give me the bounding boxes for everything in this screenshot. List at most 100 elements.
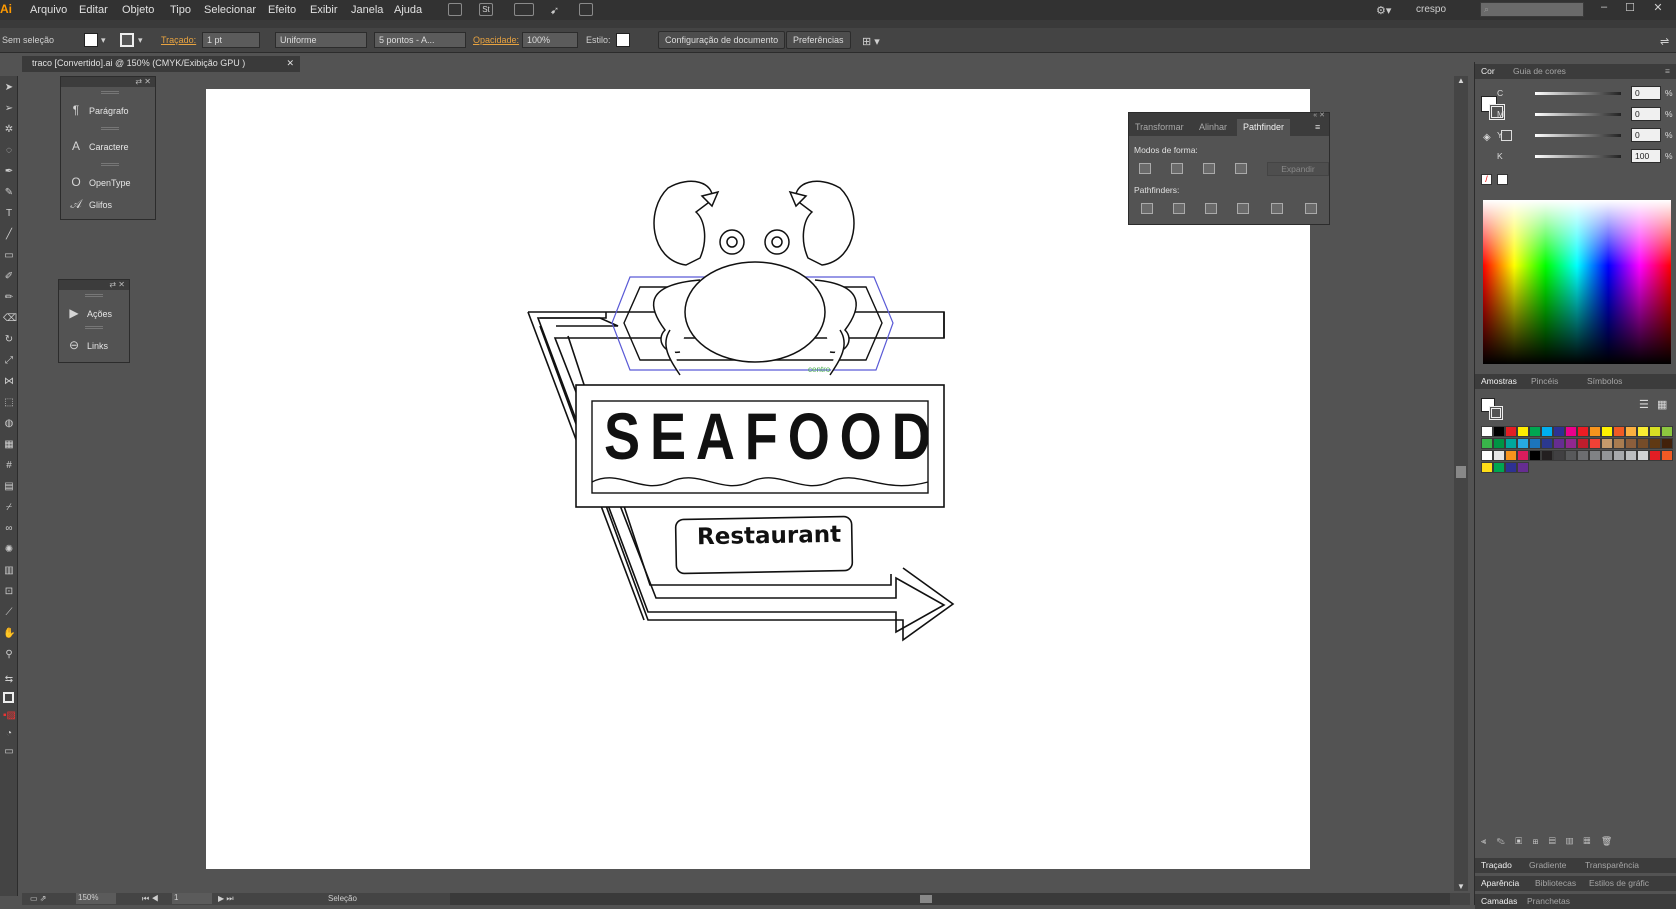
color-swatch[interactable] — [1505, 426, 1517, 437]
panel-grip[interactable] — [85, 326, 103, 329]
swatch-stroke-icon[interactable] — [1489, 406, 1503, 420]
yellow-value[interactable]: 0 — [1631, 128, 1661, 142]
panel-menu-icon[interactable]: ≡ — [1315, 122, 1320, 132]
character-panel-item[interactable]: A Caractere — [69, 139, 129, 153]
color-swatch[interactable] — [1481, 462, 1493, 473]
color-swatch[interactable] — [1505, 438, 1517, 449]
color-swatch[interactable] — [1637, 438, 1649, 449]
color-swatch[interactable] — [1649, 450, 1661, 461]
artboard-number-field[interactable]: 1 — [172, 893, 212, 904]
color-swatch[interactable] — [1481, 450, 1493, 461]
color-swatch[interactable] — [1637, 426, 1649, 437]
swatch-grid[interactable] — [1481, 426, 1673, 486]
tab-estilos-de-grafico[interactable]: Estilos de gráfic — [1589, 878, 1649, 888]
panel-grip[interactable] — [101, 127, 119, 130]
grid-view-icon[interactable]: ▦ — [1657, 398, 1667, 411]
artboard-nav-icons[interactable]: ⏮ ◀ — [142, 894, 159, 904]
actions-panel-item[interactable]: ▶ Ações — [67, 306, 112, 320]
panel-menu-icon[interactable]: ≡ — [1665, 66, 1670, 76]
color-swatch[interactable] — [1541, 450, 1553, 461]
expand-button[interactable]: Expandir — [1267, 162, 1329, 176]
tab-pinceis[interactable]: Pincéis — [1531, 376, 1558, 386]
paragraph-panel-item[interactable]: ¶ Parágrafo — [69, 103, 129, 117]
color-swatch[interactable] — [1577, 438, 1589, 449]
color-swatch[interactable] — [1529, 450, 1541, 461]
color-swatch[interactable] — [1625, 426, 1637, 437]
white-color-icon[interactable] — [1497, 174, 1508, 185]
panel-grip[interactable] — [101, 91, 119, 94]
minus-front-icon[interactable] — [1171, 163, 1183, 174]
color-swatch[interactable] — [1589, 450, 1601, 461]
horizontal-scrollbar[interactable] — [450, 893, 1450, 905]
color-swatch[interactable] — [1637, 450, 1649, 461]
color-swatch[interactable] — [1553, 426, 1565, 437]
panel-collapse-icon[interactable]: ⇄ ✕ — [59, 280, 129, 290]
color-swatch[interactable] — [1625, 438, 1637, 449]
trim-icon[interactable] — [1173, 203, 1185, 214]
vertical-scrollbar[interactable]: ▲ ▼ — [1454, 76, 1468, 891]
artboard-nav-next-icons[interactable]: ▶ ⏭ — [218, 894, 234, 904]
zoom-field[interactable]: 150% — [76, 893, 116, 904]
tab-transformar[interactable]: Transformar — [1135, 122, 1184, 132]
list-view-icon[interactable]: ☰ — [1639, 398, 1649, 411]
seafood-headline[interactable]: SEAFOOD — [604, 398, 940, 474]
color-swatch[interactable] — [1601, 438, 1613, 449]
intersect-icon[interactable] — [1203, 163, 1215, 174]
cyan-value[interactable]: 0 — [1631, 86, 1661, 100]
tab-gradiente[interactable]: Gradiente — [1529, 860, 1566, 870]
tab-alinhar[interactable]: Alinhar — [1199, 122, 1227, 132]
tab-pathfinder[interactable]: Pathfinder — [1237, 119, 1291, 136]
tab-bibliotecas[interactable]: Bibliotecas — [1535, 878, 1576, 888]
vertical-scroll-thumb[interactable] — [1456, 466, 1466, 478]
color-swatch[interactable] — [1481, 438, 1493, 449]
color-swatch[interactable] — [1613, 438, 1625, 449]
color-swatch[interactable] — [1529, 426, 1541, 437]
color-swatch[interactable] — [1517, 438, 1529, 449]
color-swatch[interactable] — [1565, 438, 1577, 449]
swatch-footer-icons[interactable]: ⫷ ✎ ▣ ⊞ ▤ ▥ ▦ 🗑 — [1481, 836, 1616, 847]
tab-transparencia[interactable]: Transparência — [1585, 860, 1639, 870]
exclude-icon[interactable] — [1235, 163, 1247, 174]
current-tool-status[interactable]: Seleção — [328, 894, 357, 903]
divide-icon[interactable] — [1141, 203, 1153, 214]
color-swatch[interactable] — [1493, 426, 1505, 437]
color-swatch[interactable] — [1493, 438, 1505, 449]
none-color-icon[interactable]: / — [1481, 174, 1492, 185]
tab-simbolos[interactable]: Símbolos — [1587, 376, 1622, 386]
color-swatch[interactable] — [1541, 438, 1553, 449]
tab-amostras[interactable]: Amostras — [1481, 376, 1517, 386]
black-slider[interactable]: K 100 % — [1475, 149, 1676, 165]
scroll-up-icon[interactable]: ▲ — [1457, 76, 1465, 85]
color-swatch[interactable] — [1613, 450, 1625, 461]
status-icons[interactable]: ▭ ⇗ — [30, 894, 46, 903]
color-swatch[interactable] — [1577, 450, 1589, 461]
color-swatch[interactable] — [1517, 450, 1529, 461]
color-swatch[interactable] — [1661, 450, 1673, 461]
cyan-slider[interactable]: C 0 % — [1475, 86, 1676, 102]
color-swatch[interactable] — [1661, 438, 1673, 449]
color-swatch[interactable] — [1517, 426, 1529, 437]
color-swatch[interactable] — [1505, 462, 1517, 473]
yellow-track[interactable] — [1535, 134, 1621, 137]
black-value[interactable]: 100 — [1631, 149, 1661, 163]
panel-collapse-icon[interactable]: ⇄ ✕ — [61, 77, 155, 87]
horizontal-scroll-thumb[interactable] — [920, 895, 932, 903]
panel-grip[interactable] — [101, 163, 119, 166]
color-swatch[interactable] — [1517, 462, 1529, 473]
tab-guia-de-cores[interactable]: Guia de cores — [1513, 66, 1566, 76]
panel-grip[interactable] — [85, 294, 103, 297]
magenta-value[interactable]: 0 — [1631, 107, 1661, 121]
color-swatch[interactable] — [1601, 450, 1613, 461]
color-swatch[interactable] — [1481, 426, 1493, 437]
glyphs-panel-item[interactable]: 𝒜 Glifos — [69, 197, 112, 212]
tab-cor[interactable]: Cor — [1481, 66, 1495, 76]
minus-back-icon[interactable] — [1305, 203, 1317, 214]
scroll-down-icon[interactable]: ▼ — [1457, 882, 1465, 891]
color-swatch[interactable] — [1553, 450, 1565, 461]
merge-icon[interactable] — [1205, 203, 1217, 214]
tab-tracado[interactable]: Traçado — [1481, 860, 1512, 870]
cyan-track[interactable] — [1535, 92, 1621, 95]
color-swatch[interactable] — [1589, 438, 1601, 449]
color-swatch[interactable] — [1649, 426, 1661, 437]
color-swatch[interactable] — [1541, 426, 1553, 437]
